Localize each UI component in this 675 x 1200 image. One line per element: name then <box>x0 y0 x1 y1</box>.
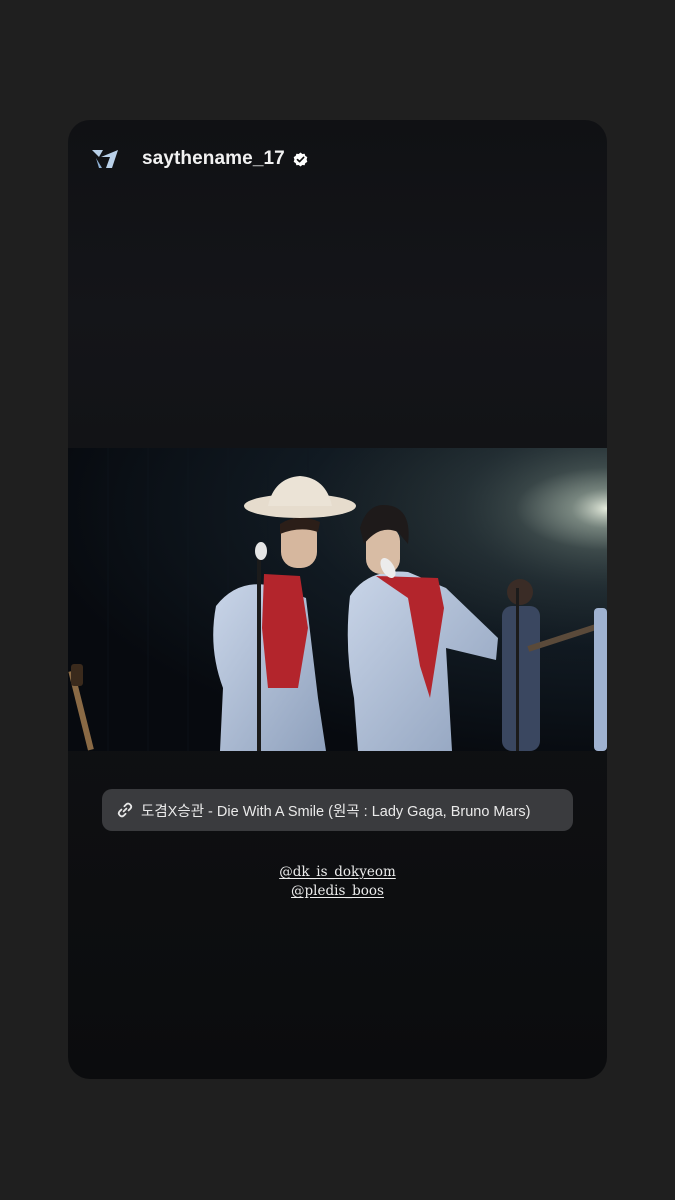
link-sticker[interactable]: 도겸X승관 - Die With A Smile (원곡 : Lady Gaga… <box>102 789 573 831</box>
mentions: @dk_is_dokyeom @pledis_boos <box>68 863 607 901</box>
username[interactable]: saythename_17 <box>142 148 285 170</box>
story-header: saythename_17 <box>88 144 308 174</box>
mention-pledis-boos[interactable]: @pledis_boos <box>68 882 607 901</box>
verified-badge-icon <box>293 152 308 167</box>
link-sticker-text: 도겸X승관 - Die With A Smile (원곡 : Lady Gaga… <box>141 803 531 820</box>
group-logo-icon[interactable] <box>88 144 122 174</box>
mention-dk-is-dokyeom[interactable]: @dk_is_dokyeom <box>68 863 607 882</box>
link-icon <box>116 801 134 819</box>
story-photo <box>68 448 607 751</box>
story-card[interactable]: saythename_17 도겸X승관 - Die With A Smile (… <box>68 120 607 1079</box>
